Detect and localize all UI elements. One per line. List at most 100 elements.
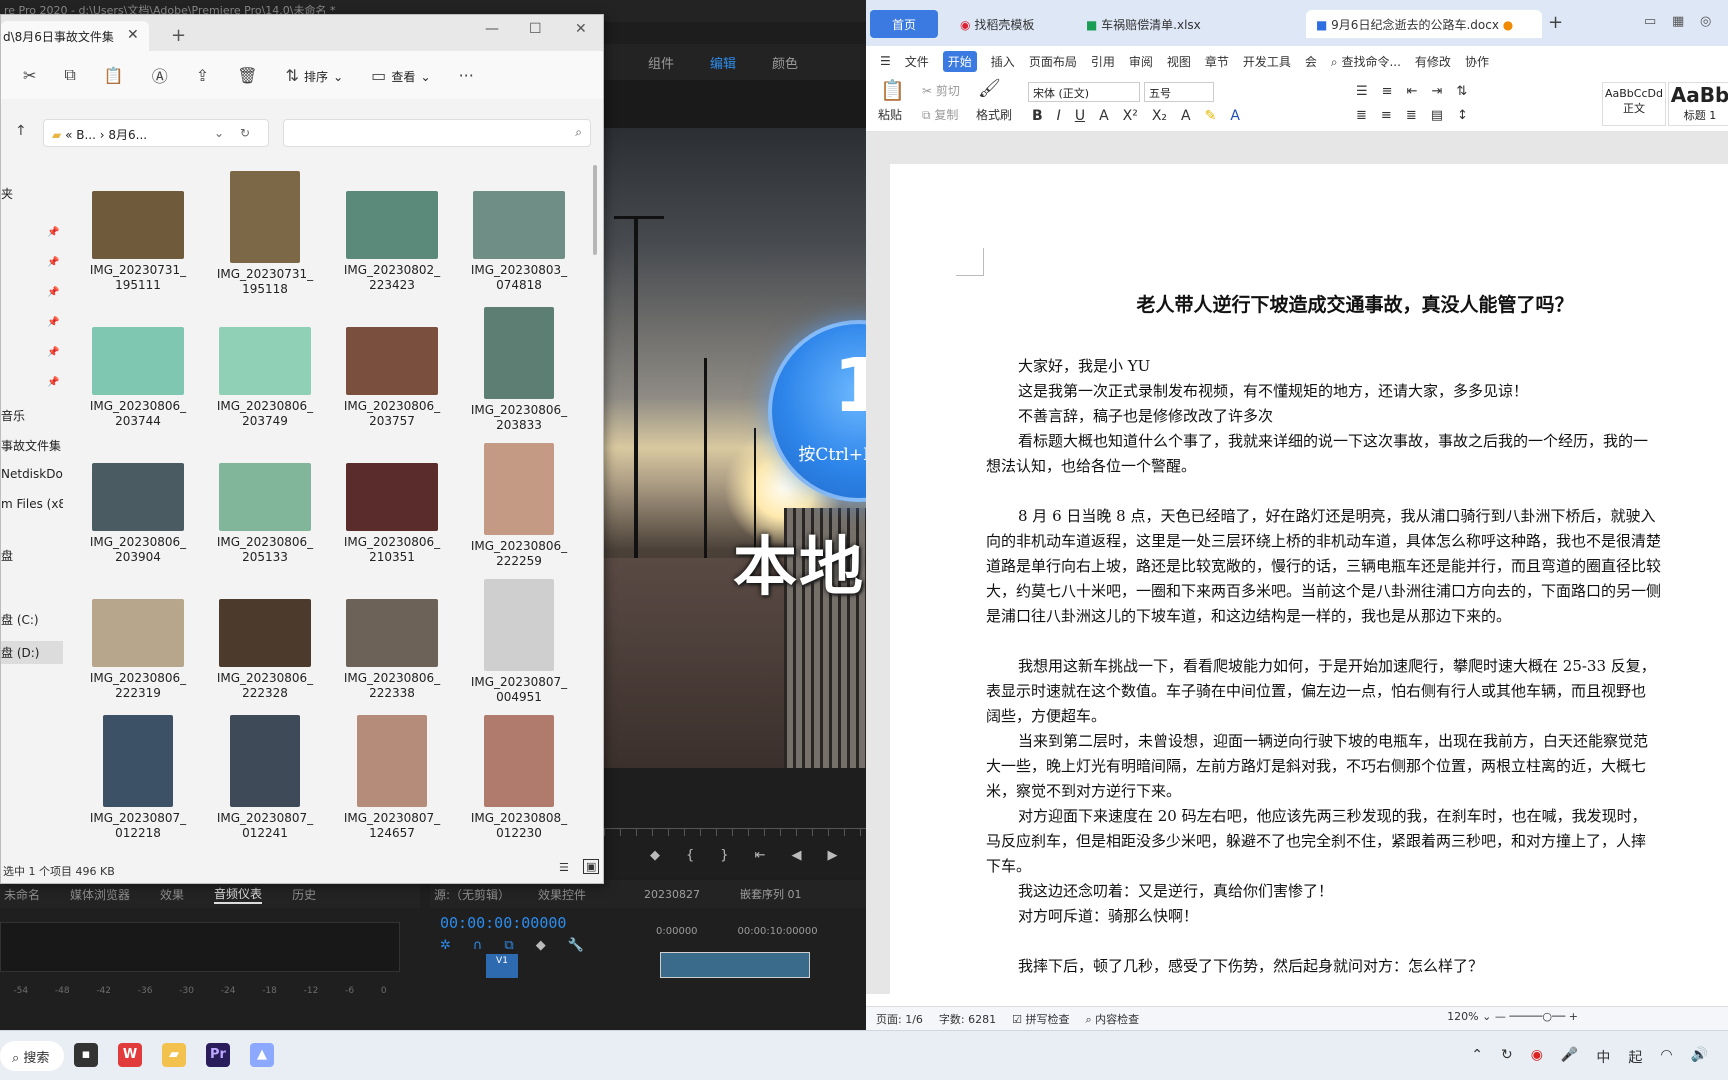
grid-icon[interactable]: ▦ [1672, 14, 1684, 29]
close-tab-icon[interactable]: ✕ [127, 27, 139, 43]
mark-out-icon[interactable]: } [720, 848, 728, 863]
chevron-down-icon[interactable]: ⌄ [214, 126, 224, 140]
delete-icon[interactable]: 🗑 [237, 66, 257, 85]
nav-item[interactable]: NetdiskDow [1, 467, 63, 481]
spell-check[interactable]: ☑ 拼写检查 [1012, 1011, 1069, 1027]
menu-item[interactable]: 审阅 [1129, 53, 1153, 70]
timeline-clip[interactable] [660, 952, 810, 978]
header-action[interactable]: 有修改 [1415, 53, 1451, 70]
file-thumbnail[interactable]: IMG_20230806_ 205133 [204, 443, 326, 579]
sort-icon[interactable]: ⇅ [1456, 84, 1467, 99]
italic-icon[interactable]: I [1057, 108, 1061, 124]
menu-icon[interactable]: ☰ [880, 54, 891, 68]
text-effect-icon[interactable]: A [1181, 108, 1191, 124]
menu-item[interactable]: 引用 [1091, 53, 1115, 70]
align-center-icon[interactable]: ≡ [1381, 108, 1392, 123]
mark-in-icon[interactable]: { [686, 848, 694, 863]
paste-icon[interactable]: 📋 [104, 66, 124, 85]
cut-button[interactable]: ✂ 剪切 [922, 82, 960, 99]
address-bar[interactable]: ▰ « B... › 8月6... ⌄ ↻ [43, 119, 269, 147]
file-thumbnail[interactable]: IMG_20230806_ 222328 [204, 579, 326, 715]
file-thumbnail[interactable]: IMG_20230806_ 203757 [331, 307, 453, 443]
scrub-ruler[interactable] [604, 828, 866, 836]
recorder-app-icon[interactable]: ▲ [250, 1043, 274, 1067]
menu-item[interactable]: 会 [1305, 53, 1317, 70]
maximize-icon[interactable]: ☐ [529, 21, 542, 37]
workspace-tab[interactable]: 组件 [648, 53, 674, 72]
input-mode-icon[interactable]: 起 [1628, 1047, 1642, 1067]
format-painter-icon[interactable]: 🖌 [978, 78, 1001, 99]
menu-item[interactable]: 视图 [1167, 53, 1191, 70]
panel-tab[interactable]: 音频仪表 [214, 885, 263, 904]
nav-item[interactable]: 夹 [1, 185, 13, 202]
marker-icon[interactable]: ◆ [650, 848, 660, 863]
linked-icon[interactable]: ⧉ [504, 938, 513, 953]
file-thumbnail[interactable]: IMG_20230806_ 222259 [458, 443, 580, 579]
play-icon[interactable]: ▶ [827, 848, 837, 863]
minimize-icon[interactable]: — [485, 21, 499, 37]
file-thumbnail[interactable]: IMG_20230803_ 074818 [458, 171, 580, 307]
details-view-icon[interactable]: ☰ [559, 861, 569, 874]
marker-add-icon[interactable]: ◆ [536, 938, 546, 953]
file-thumbnail[interactable]: IMG_20230731_ 195118 [204, 171, 326, 307]
font-select[interactable]: 宋体 (正文) [1028, 82, 1140, 102]
sequence-tab[interactable]: 20230827 [644, 888, 700, 901]
rename-icon[interactable]: Ⓐ [152, 63, 168, 87]
workspace-tab[interactable]: 颜色 [772, 53, 798, 72]
file-thumbnail[interactable]: IMG_20230807_ 004951 [458, 579, 580, 715]
source-timecode[interactable]: 00:00:00:00000 [440, 914, 566, 932]
more-icon[interactable]: ··· [459, 66, 474, 85]
nav-item[interactable]: 盘 [1, 547, 13, 564]
workspace-tab[interactable]: 编辑 [710, 53, 736, 72]
share-icon[interactable]: ⇪ [196, 66, 209, 85]
chevron-up-icon[interactable]: ⌃ [1471, 1047, 1483, 1067]
paste-icon[interactable]: 📋 [880, 78, 905, 102]
underline-icon[interactable]: U [1075, 108, 1085, 124]
panel-tab[interactable]: 历史 [292, 886, 316, 903]
microphone-icon[interactable]: 🎤 [1561, 1047, 1578, 1067]
page-indicator[interactable]: 页面: 1/6 [876, 1011, 923, 1027]
style-normal[interactable]: AaBbCcDd 正文 [1602, 82, 1666, 126]
timeline-ruler[interactable]: 0:00000 00:00:10:00000 [656, 926, 870, 940]
magnet-icon[interactable]: ∩ [473, 938, 483, 953]
panel-tab[interactable]: 效果 [160, 886, 184, 903]
cut-icon[interactable]: ✂ [23, 66, 36, 85]
nav-item[interactable]: 盘 (C:) [1, 611, 39, 628]
file-thumbnail[interactable]: IMG_20230806_ 203744 [77, 307, 199, 443]
new-tab-icon[interactable]: + [171, 25, 186, 46]
align-right-icon[interactable]: ≣ [1406, 108, 1417, 123]
style-heading-1[interactable]: AaBb 标题 1 [1668, 82, 1728, 126]
new-tab-icon[interactable]: + [1548, 12, 1563, 33]
taskbar-search[interactable]: ⌕ 搜索 [0, 1041, 64, 1071]
file-thumbnail[interactable]: IMG_20230731_ 195111 [77, 171, 199, 307]
strike-icon[interactable]: A [1099, 108, 1109, 124]
snap-icon[interactable]: ✲ [440, 938, 451, 953]
word-count[interactable]: 字数: 6281 [939, 1011, 996, 1027]
nav-item[interactable]: 盘 (D:) [1, 641, 63, 664]
tab-docx[interactable]: ■ 9月6日纪念逝去的公路车.docx ● [1306, 10, 1542, 38]
font-size-select[interactable]: 五号 [1144, 82, 1214, 102]
close-window-icon[interactable]: ✕ [575, 21, 587, 37]
panel-tab[interactable]: 媒体浏览器 [70, 886, 130, 903]
tiles-view-icon[interactable]: ▣ [583, 859, 600, 874]
menu-item[interactable]: 插入 [991, 53, 1015, 70]
nav-item[interactable]: 事故文件集 [1, 437, 61, 454]
file-thumbnail[interactable]: IMG_20230807_ 012218 [77, 715, 199, 851]
file-thumbnail[interactable]: IMG_20230806_ 203833 [458, 307, 580, 443]
premiere-app-icon[interactable]: Pr [206, 1043, 230, 1067]
source-tab[interactable]: 源:（无剪辑） [434, 886, 510, 903]
document-title[interactable]: 老人带人逆行下坡造成交通事故，真没人能管了吗？ [890, 290, 1728, 317]
document-page[interactable]: 老人带人逆行下坡造成交通事故，真没人能管了吗？ 大家好，我是小 YU 这是我第一次… [890, 164, 1728, 994]
file-thumbnail[interactable]: IMG_20230808_ 012230 [458, 715, 580, 851]
menu-item[interactable]: 开发工具 [1243, 53, 1291, 70]
task-view-icon[interactable]: ▪ [74, 1043, 98, 1067]
bullet-list-icon[interactable]: ☰ [1356, 84, 1368, 99]
file-thumbnail[interactable]: IMG_20230807_ 124657 [331, 715, 453, 851]
indent-icon[interactable]: ⇥ [1431, 84, 1442, 99]
justify-icon[interactable]: ▤ [1431, 108, 1443, 123]
bold-icon[interactable]: B [1032, 108, 1043, 124]
sequence-tab[interactable]: 嵌套序列 01 [740, 886, 802, 902]
format-painter-button[interactable]: 格式刷 [976, 106, 1012, 123]
file-thumbnail[interactable]: IMG_20230806_ 222319 [77, 579, 199, 715]
go-to-in-icon[interactable]: ⇤ [755, 848, 766, 863]
